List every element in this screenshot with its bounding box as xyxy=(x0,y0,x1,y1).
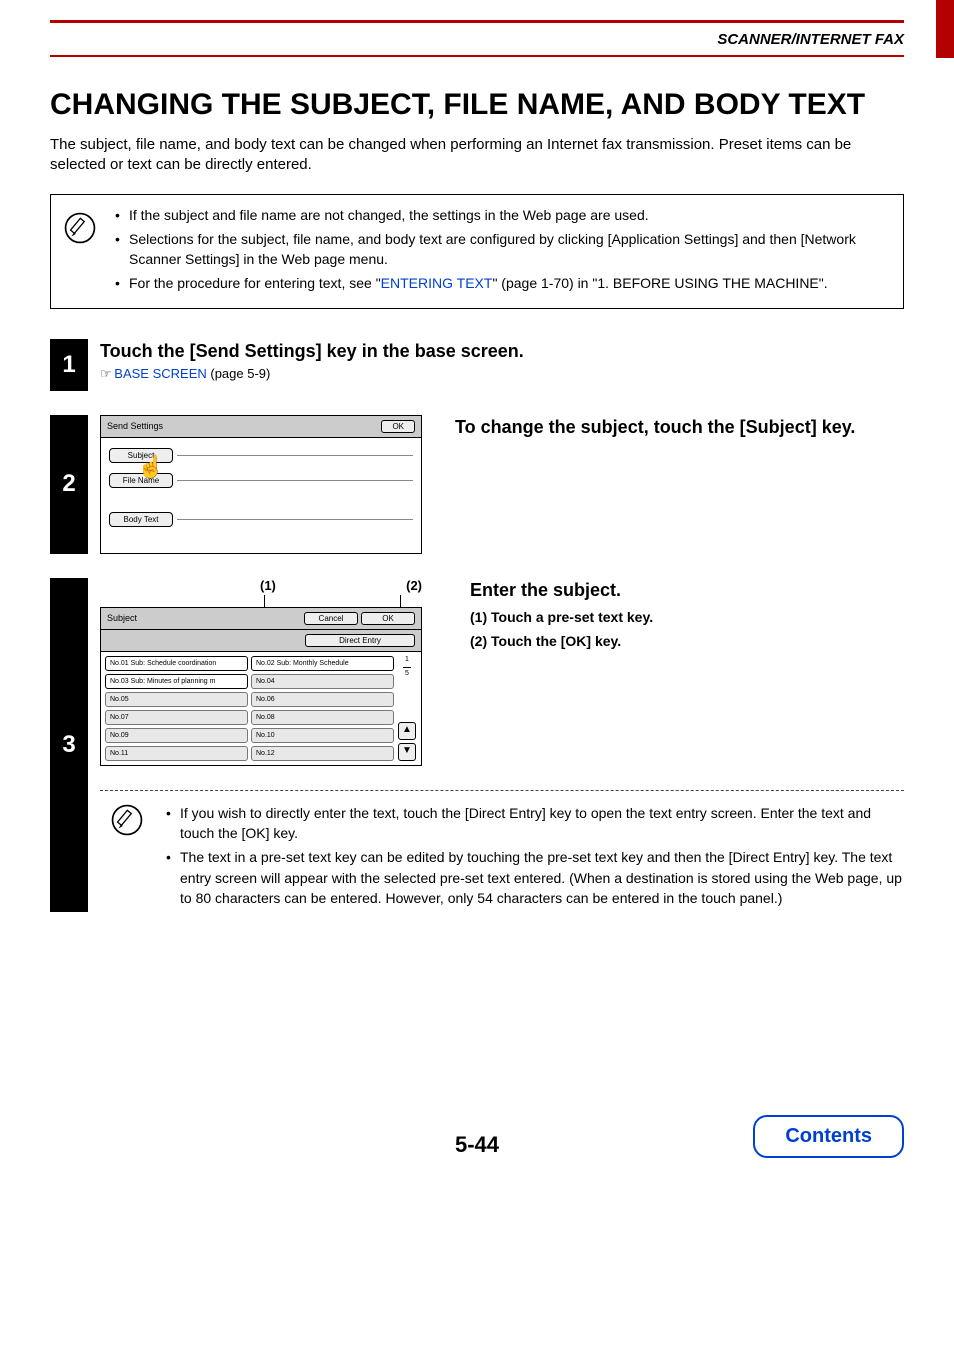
bodytext-button[interactable]: Body Text xyxy=(109,512,173,527)
header-row: SCANNER/INTERNET FAX xyxy=(50,23,904,57)
pointer-icon: ☞ xyxy=(100,366,111,381)
step-3: 3 (1) (2) Subject xyxy=(50,578,904,912)
step-1: 1 Touch the [Send Settings] key in the b… xyxy=(50,339,904,391)
preset-item[interactable]: No.03 Sub: Minutes of planning m xyxy=(105,674,248,689)
info-bullet-1: If the subject and file name are not cha… xyxy=(129,205,649,225)
callout-labels: (1) (2) xyxy=(100,578,440,595)
intro-text: The subject, file name, and body text ca… xyxy=(50,135,904,176)
base-screen-link[interactable]: BASE SCREEN xyxy=(114,366,206,381)
step-number: 2 xyxy=(50,415,88,554)
preset-item[interactable]: No.12 xyxy=(251,746,394,761)
scroll-up-button[interactable]: ▲ xyxy=(398,722,416,740)
info-bullet-2: Selections for the subject, file name, a… xyxy=(129,229,891,270)
step-1-title: Touch the [Send Settings] key in the bas… xyxy=(100,341,904,362)
preset-item[interactable]: No.01 Sub: Schedule coordination xyxy=(105,656,248,671)
preset-item[interactable]: No.04 xyxy=(251,674,394,689)
callout-lines xyxy=(100,595,420,607)
step-2: 2 Send Settings OK Subject xyxy=(50,415,904,554)
side-tab xyxy=(936,0,954,58)
step-2-instruction: To change the subject, touch the [Subjec… xyxy=(455,417,904,438)
page-indicator: 1 5 xyxy=(403,656,411,677)
step-number: 1 xyxy=(50,339,88,391)
hand-cursor-icon: ☝ xyxy=(137,454,164,479)
send-settings-panel: Send Settings OK Subject ☝ xyxy=(100,415,422,554)
preset-item[interactable]: No.09 xyxy=(105,728,248,743)
step-3-instruction: Enter the subject. xyxy=(470,580,904,601)
note-bullet-1: If you wish to directly enter the text, … xyxy=(180,803,904,844)
subject-field-line xyxy=(177,454,413,456)
preset-item[interactable]: No.11 xyxy=(105,746,248,761)
info-box: •If the subject and file name are not ch… xyxy=(50,194,904,309)
page-title: CHANGING THE SUBJECT, FILE NAME, AND BOD… xyxy=(50,87,904,123)
callout-1: (1) xyxy=(260,578,276,593)
bodytext-field-line xyxy=(177,518,413,520)
pencil-icon xyxy=(63,211,101,250)
direct-entry-button[interactable]: Direct Entry xyxy=(305,634,415,647)
step-1-ref: ☞ BASE SCREEN (page 5-9) xyxy=(100,366,904,382)
section-header: SCANNER/INTERNET FAX xyxy=(717,31,904,48)
step-3-notes: •If you wish to directly enter the text,… xyxy=(100,803,904,912)
substep-1: (1) Touch a pre-set text key. xyxy=(470,609,904,625)
preset-item[interactable]: No.07 xyxy=(105,710,248,725)
preset-item[interactable]: No.10 xyxy=(251,728,394,743)
cancel-button[interactable]: Cancel xyxy=(304,612,358,625)
entering-text-link[interactable]: ENTERING TEXT xyxy=(381,275,493,291)
info-list: •If the subject and file name are not ch… xyxy=(115,205,891,298)
panel-title: Subject xyxy=(107,613,137,623)
substep-2: (2) Touch the [OK] key. xyxy=(470,633,904,649)
preset-list: No.01 Sub: Schedule coordination No.03 S… xyxy=(101,652,421,765)
ok-button[interactable]: OK xyxy=(381,420,415,433)
preset-item[interactable]: No.02 Sub: Monthly Schedule xyxy=(251,656,394,671)
subject-panel: Subject Cancel OK Direct Entry No.01 Sub… xyxy=(100,607,422,766)
divider-dashed xyxy=(100,790,904,791)
panel-title: Send Settings xyxy=(107,421,163,431)
note-bullet-2: The text in a pre-set text key can be ed… xyxy=(180,847,904,908)
preset-item[interactable]: No.06 xyxy=(251,692,394,707)
callout-2: (2) xyxy=(406,578,422,593)
pencil-icon xyxy=(110,803,148,843)
step-number: 3 xyxy=(50,578,88,912)
preset-item[interactable]: No.05 xyxy=(105,692,248,707)
contents-button[interactable]: Contents xyxy=(753,1115,904,1158)
info-bullet-3: For the procedure for entering text, see… xyxy=(129,273,828,293)
preset-item[interactable]: No.08 xyxy=(251,710,394,725)
scroll-down-button[interactable]: ▼ xyxy=(398,743,416,761)
ok-button[interactable]: OK xyxy=(361,612,415,625)
